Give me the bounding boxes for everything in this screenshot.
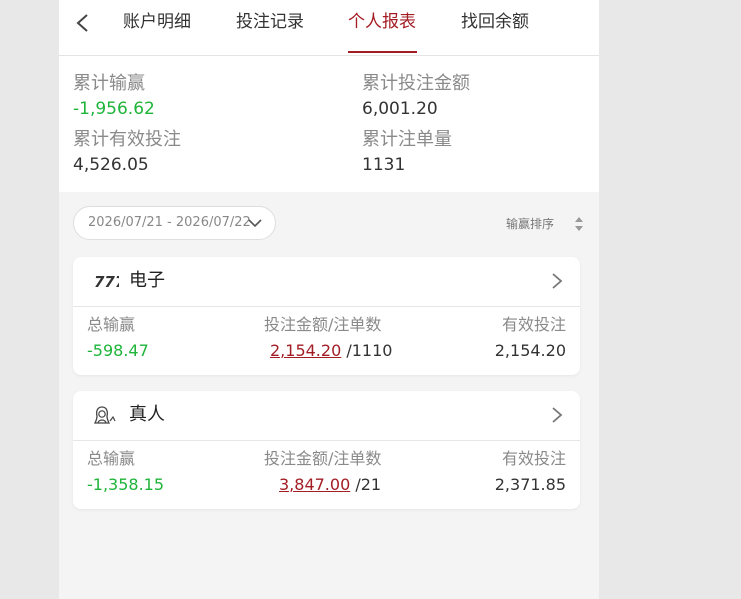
app-container: 账户明细 投注记录 个人报表 找回余额 累计输赢 -1,956.62 累计投注金… bbox=[59, 0, 599, 599]
date-range-picker[interactable]: 2026/07/21 - 2026/07/22 bbox=[73, 206, 276, 240]
live-dealer-icon bbox=[93, 406, 116, 424]
bet-count-value: 1131 bbox=[362, 155, 406, 175]
date-range-text: 2026/07/21 - 2026/07/22 bbox=[88, 215, 251, 230]
tab-bet-records[interactable]: 投注记录 bbox=[236, 10, 304, 34]
category-name: 真人 bbox=[129, 404, 165, 425]
category-name: 电子 bbox=[129, 270, 165, 291]
win-loss-label: 累计输赢 bbox=[73, 73, 145, 94]
card-header[interactable]: 真人 bbox=[73, 391, 580, 441]
bet-amount-count-value: 2,154.20 /1110 bbox=[270, 341, 392, 361]
bet-count: /21 bbox=[355, 475, 382, 494]
svg-text:777: 777 bbox=[94, 273, 119, 291]
card-header[interactable]: 777 电子 bbox=[73, 257, 580, 307]
total-win-loss-label: 总输赢 bbox=[87, 315, 136, 334]
bet-amount-value: 6,001.20 bbox=[362, 99, 438, 119]
bet-amount-link[interactable]: 3,847.00 bbox=[279, 475, 350, 494]
active-tab-indicator bbox=[348, 51, 417, 53]
summary-panel: 累计输赢 -1,956.62 累计投注金额 6,001.20 累计有效投注 4,… bbox=[59, 56, 599, 192]
report-card-live[interactable]: 真人 总输赢 -1,358.15 投注金额/注单数 3,847.00 /21 有… bbox=[73, 391, 580, 509]
sort-arrows-icon[interactable] bbox=[574, 216, 584, 232]
sort-button[interactable]: 输赢排序 bbox=[506, 216, 554, 232]
bet-amount-count-label: 投注金额/注单数 bbox=[264, 315, 382, 334]
bet-count: /1110 bbox=[346, 341, 393, 360]
top-nav: 账户明细 投注记录 个人报表 找回余额 bbox=[59, 0, 599, 56]
valid-bet-value: 2,154.20 bbox=[494, 341, 566, 360]
valid-bet-label: 累计有效投注 bbox=[73, 129, 181, 150]
valid-bet-value: 2,371.85 bbox=[494, 475, 566, 494]
total-win-loss-label: 总输赢 bbox=[87, 449, 136, 468]
total-win-loss-value: -1,358.15 bbox=[87, 475, 165, 494]
slot-777-icon: 777 bbox=[94, 273, 119, 291]
valid-bet-value: 4,526.05 bbox=[73, 155, 149, 175]
win-loss-value: -1,956.62 bbox=[73, 99, 155, 119]
report-card-electronic[interactable]: 777 电子 总输赢 -598.47 投注金额/注单数 2,154.20 /11… bbox=[73, 257, 580, 375]
bet-amount-count-value: 3,847.00 /21 bbox=[279, 475, 381, 495]
back-arrow-icon[interactable] bbox=[73, 12, 93, 34]
bet-count-label: 累计注单量 bbox=[362, 129, 452, 150]
tab-account-details[interactable]: 账户明细 bbox=[123, 10, 191, 34]
valid-bet-label: 有效投注 bbox=[501, 315, 566, 334]
valid-bet-label: 有效投注 bbox=[501, 449, 566, 468]
chevron-down-icon bbox=[248, 219, 262, 228]
tab-recover-balance[interactable]: 找回余额 bbox=[461, 10, 529, 34]
bet-amount-count-label: 投注金额/注单数 bbox=[264, 449, 382, 468]
bet-amount-link[interactable]: 2,154.20 bbox=[270, 341, 341, 360]
chevron-right-icon[interactable] bbox=[551, 406, 563, 424]
chevron-right-icon[interactable] bbox=[551, 272, 563, 290]
tab-personal-report[interactable]: 个人报表 bbox=[348, 10, 416, 34]
bet-amount-label: 累计投注金额 bbox=[362, 73, 470, 94]
total-win-loss-value: -598.47 bbox=[87, 341, 149, 360]
